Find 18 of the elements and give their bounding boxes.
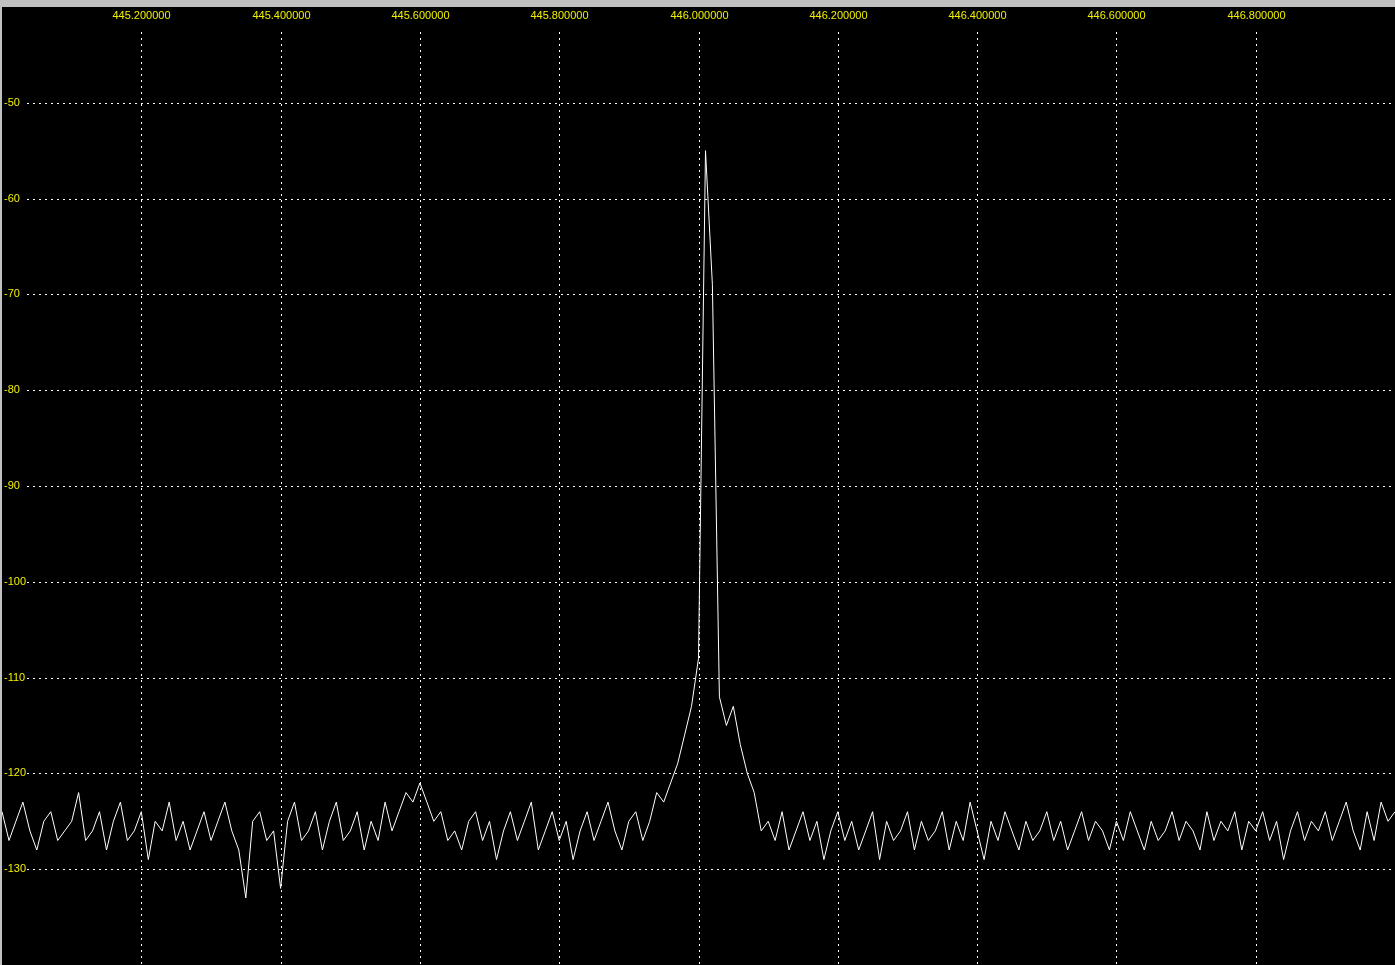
level-label: -90 [4,479,20,492]
level-label: -130 [4,862,27,875]
level-label: -110 [4,671,26,684]
frequency-label: 445.200000 [112,8,171,21]
frequency-label: 446.600000 [1087,8,1146,21]
frequency-label: 446.200000 [809,8,868,21]
frequency-label: 446.400000 [948,8,1007,21]
level-label: -50 [4,96,20,109]
frequency-label: 445.800000 [530,8,589,21]
level-label: -60 [4,192,20,205]
frequency-label: 445.600000 [391,8,450,21]
level-label: -120 [4,766,27,779]
frequency-label: 446.000000 [670,8,729,21]
level-label: -80 [4,383,20,396]
level-label: -100 [4,575,27,588]
frequency-label: 446.800000 [1227,8,1286,21]
level-label: -70 [4,287,20,300]
frequency-label: 445.400000 [252,8,311,21]
